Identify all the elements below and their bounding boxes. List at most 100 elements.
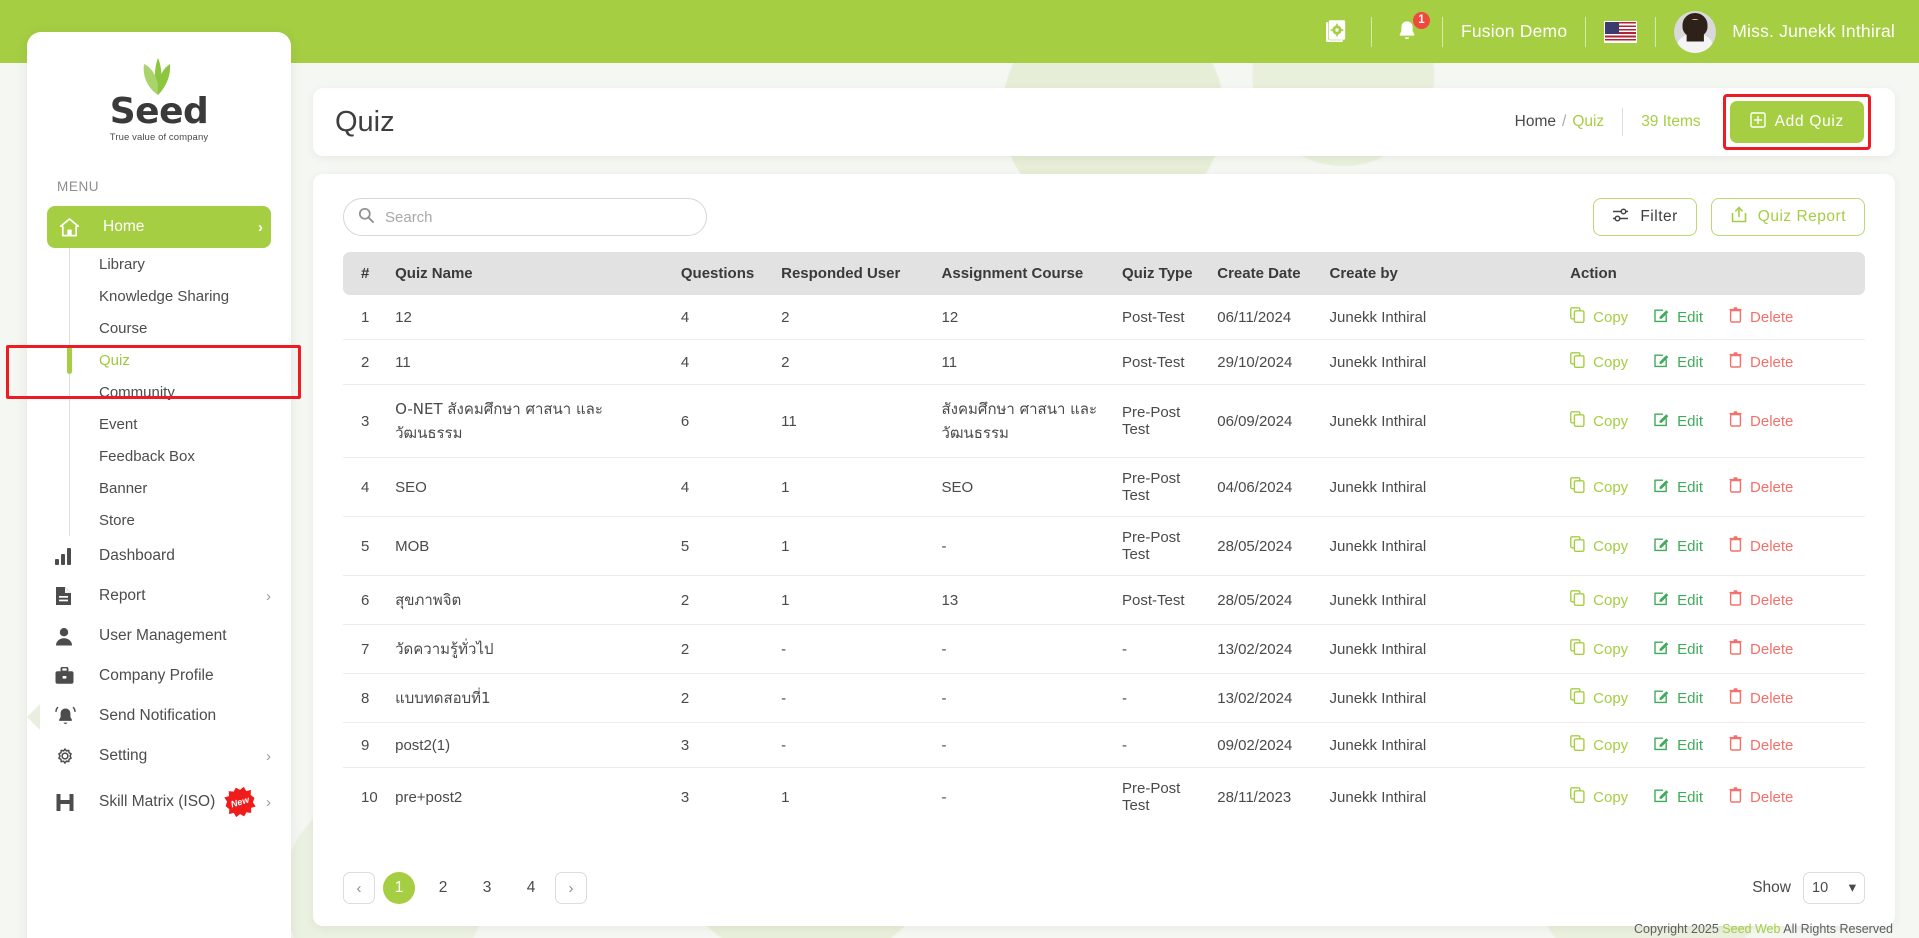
search-icon xyxy=(358,207,374,228)
sidebar-item-banner[interactable]: Banner xyxy=(70,472,291,504)
sidebar-item-report[interactable]: Report › xyxy=(27,576,291,616)
trash-icon xyxy=(1729,411,1742,431)
delete-button[interactable]: Delete xyxy=(1729,307,1793,327)
copy-button[interactable]: Copy xyxy=(1570,536,1628,556)
delete-button[interactable]: Delete xyxy=(1729,411,1793,431)
delete-button[interactable]: Delete xyxy=(1729,352,1793,372)
sidebar-item-store[interactable]: Store xyxy=(70,504,291,536)
sidebar-item-library[interactable]: Library xyxy=(70,248,291,280)
column-header-quiz-name[interactable]: Quiz Name xyxy=(389,252,675,295)
edit-button[interactable]: Edit xyxy=(1654,536,1703,556)
pagination-next-button[interactable]: › xyxy=(555,872,587,904)
cell-action: Copy Edit Delete xyxy=(1564,458,1865,517)
breadcrumb-home[interactable]: Home xyxy=(1515,113,1556,131)
copy-button[interactable]: Copy xyxy=(1570,352,1628,372)
copy-button[interactable]: Copy xyxy=(1570,735,1628,755)
edit-button[interactable]: Edit xyxy=(1654,639,1703,659)
edit-button[interactable]: Edit xyxy=(1654,307,1703,327)
chevron-right-icon: › xyxy=(266,588,271,605)
sidebar-item-course[interactable]: Course xyxy=(70,312,291,344)
delete-button[interactable]: Delete xyxy=(1729,688,1793,708)
pagination-page-2[interactable]: 2 xyxy=(427,872,459,904)
sidebar-item-quiz[interactable]: Quiz xyxy=(70,344,291,376)
sidebar-item-home[interactable]: Home › xyxy=(47,206,271,248)
us-flag-icon[interactable] xyxy=(1604,21,1637,43)
cell-quiz-name: SEO xyxy=(389,458,675,517)
delete-button[interactable]: Delete xyxy=(1729,536,1793,556)
cell-assignment-course: 13 xyxy=(936,576,1116,625)
copy-button[interactable]: Copy xyxy=(1570,307,1628,327)
pagination-prev-button[interactable]: ‹ xyxy=(343,872,375,904)
header-vertical-divider xyxy=(1622,108,1623,136)
column-header-create-by[interactable]: Create by xyxy=(1324,252,1565,295)
delete-button[interactable]: Delete xyxy=(1729,735,1793,755)
sidebar-item-label: Company Profile xyxy=(99,667,214,685)
sidebar-nav: Home › Library Knowledge Sharing Course … xyxy=(27,206,291,828)
copy-icon xyxy=(1570,688,1585,708)
user-name[interactable]: Miss. Junekk Inthiral xyxy=(1732,21,1895,42)
cell-questions: 5 xyxy=(675,517,775,576)
copy-button[interactable]: Copy xyxy=(1570,411,1628,431)
sidebar-item-dashboard[interactable]: Dashboard xyxy=(27,536,291,576)
edit-button[interactable]: Edit xyxy=(1654,787,1703,807)
filter-button[interactable]: Filter xyxy=(1593,198,1696,236)
sidebar-item-setting[interactable]: Setting › xyxy=(27,736,291,776)
cell-assignment-course: - xyxy=(936,517,1116,576)
quiz-report-button[interactable]: Quiz Report xyxy=(1711,198,1865,236)
copy-button[interactable]: Copy xyxy=(1570,477,1628,497)
search-input[interactable] xyxy=(383,208,692,227)
search-box[interactable] xyxy=(343,198,707,236)
delete-button[interactable]: Delete xyxy=(1729,639,1793,659)
sidebar-subitem-label: Community xyxy=(99,384,175,401)
sidebar-item-company-profile[interactable]: Company Profile xyxy=(27,656,291,696)
add-quiz-button[interactable]: Add Quiz xyxy=(1730,101,1864,143)
edit-button[interactable]: Edit xyxy=(1654,688,1703,708)
delete-button[interactable]: Delete xyxy=(1729,590,1793,610)
header-divider-4 xyxy=(1655,17,1656,47)
sidebar-item-feedback-box[interactable]: Feedback Box xyxy=(70,440,291,472)
bell-icon[interactable]: 1 xyxy=(1390,15,1424,49)
edit-button[interactable]: Edit xyxy=(1654,352,1703,372)
avatar[interactable] xyxy=(1674,11,1716,53)
table-row: 8แบบทดสอบที่12---13/02/2024Junekk Inthir… xyxy=(343,674,1865,723)
copy-button[interactable]: Copy xyxy=(1570,639,1628,659)
column-header-quiz-type[interactable]: Quiz Type xyxy=(1116,252,1211,295)
footer-link[interactable]: Seed Web xyxy=(1722,922,1780,936)
column-header-create-date[interactable]: Create Date xyxy=(1211,252,1323,295)
edit-button[interactable]: Edit xyxy=(1654,590,1703,610)
sidebar-item-skill-matrix[interactable]: Skill Matrix (ISO) New › xyxy=(27,776,291,828)
cell-number: 9 xyxy=(343,723,389,768)
edit-button[interactable]: Edit xyxy=(1654,477,1703,497)
pagination-page-1[interactable]: 1 xyxy=(383,872,415,904)
app-logo[interactable]: Seed True value of company xyxy=(27,32,291,143)
delete-button[interactable]: Delete xyxy=(1729,477,1793,497)
copy-button[interactable]: Copy xyxy=(1570,787,1628,807)
cell-quiz-type: Post-Test xyxy=(1116,340,1211,385)
column-header-responded-user[interactable]: Responded User xyxy=(775,252,935,295)
edit-button[interactable]: Edit xyxy=(1654,411,1703,431)
page-size-select[interactable]: 10 ▾ xyxy=(1803,872,1865,904)
bell-ring-icon xyxy=(55,706,81,726)
copy-button[interactable]: Copy xyxy=(1570,590,1628,610)
copy-button[interactable]: Copy xyxy=(1570,688,1628,708)
sidebar-subitem-label: Course xyxy=(99,320,147,337)
page-header-right: Home / Quiz 39 Items Add Quiz xyxy=(1515,94,1871,150)
column-header-number[interactable]: # xyxy=(343,252,389,295)
sidebar-item-community[interactable]: Community xyxy=(70,376,291,408)
book-gear-icon[interactable] xyxy=(1319,15,1353,49)
sidebar-item-knowledge-sharing[interactable]: Knowledge Sharing xyxy=(70,280,291,312)
column-header-assignment-course[interactable]: Assignment Course xyxy=(936,252,1116,295)
edit-button[interactable]: Edit xyxy=(1654,735,1703,755)
cell-number: 10 xyxy=(343,768,389,827)
delete-button[interactable]: Delete xyxy=(1729,787,1793,807)
cell-responded-user: 11 xyxy=(775,385,935,458)
organization-name: Fusion Demo xyxy=(1461,21,1567,42)
sidebar-item-user-management[interactable]: User Management xyxy=(27,616,291,656)
pagination-page-3[interactable]: 3 xyxy=(471,872,503,904)
trash-icon xyxy=(1729,787,1742,807)
sidebar-item-send-notification[interactable]: Send Notification xyxy=(27,696,291,736)
sidebar-item-event[interactable]: Event xyxy=(70,408,291,440)
pagination-page-4[interactable]: 4 xyxy=(515,872,547,904)
column-header-questions[interactable]: Questions xyxy=(675,252,775,295)
page-size-value: 10 xyxy=(1812,880,1828,896)
